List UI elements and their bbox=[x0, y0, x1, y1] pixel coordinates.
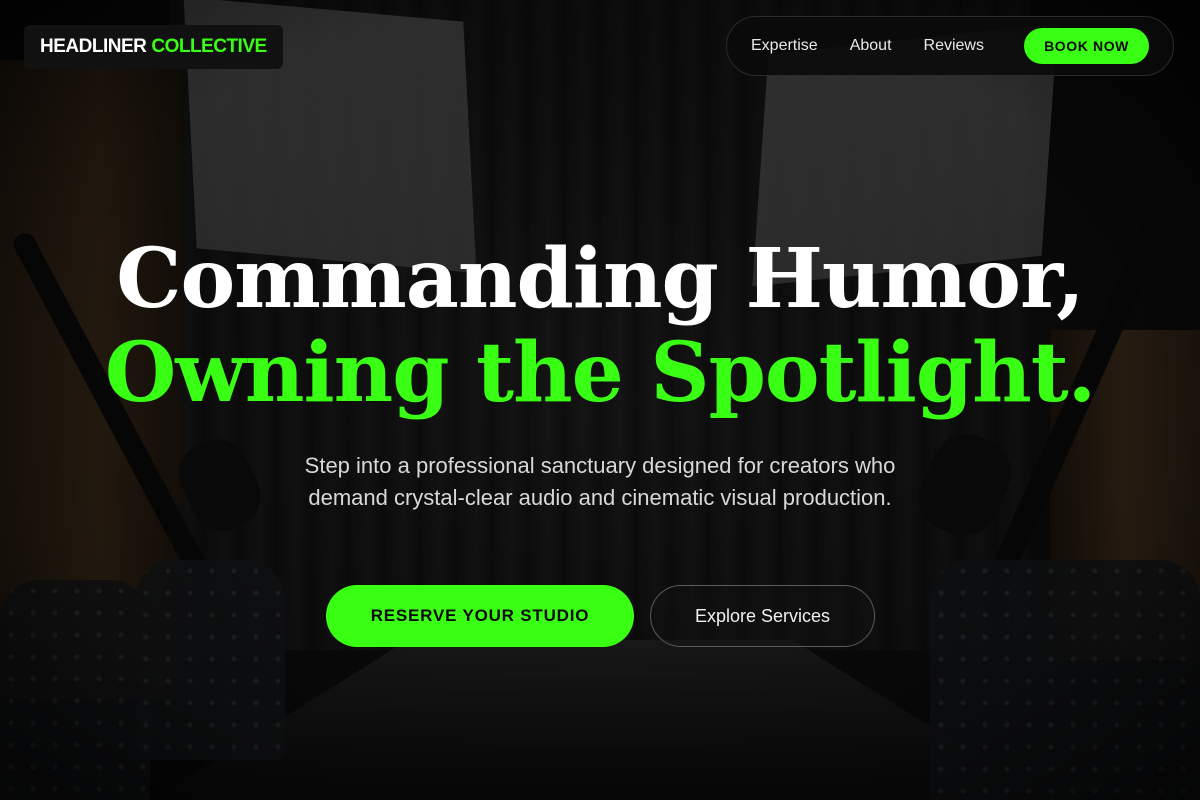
nav-link-about[interactable]: About bbox=[850, 37, 892, 55]
explore-services-button[interactable]: Explore Services bbox=[650, 585, 875, 647]
hero-headline: Commanding Humor, Owning the Spotlight. bbox=[0, 232, 1200, 420]
hero-section: HEADLINER COLLECTIVE Expertise About Rev… bbox=[0, 0, 1200, 800]
nav-link-expertise[interactable]: Expertise bbox=[751, 37, 818, 55]
logo-primary-text: HEADLINER bbox=[40, 36, 147, 57]
reserve-studio-button[interactable]: RESERVE YOUR STUDIO bbox=[326, 585, 634, 647]
main-navigation: Expertise About Reviews BOOK NOW bbox=[726, 16, 1174, 76]
book-now-button[interactable]: BOOK NOW bbox=[1024, 28, 1149, 64]
hero-subtitle: Step into a professional sanctuary desig… bbox=[304, 453, 896, 510]
logo-accent-text: COLLECTIVE bbox=[151, 36, 267, 57]
nav-link-reviews[interactable]: Reviews bbox=[924, 37, 984, 55]
headline-line-2: Owning the Spotlight. bbox=[104, 325, 1096, 421]
headline-line-1: Commanding Humor, bbox=[116, 231, 1085, 327]
brand-logo[interactable]: HEADLINER COLLECTIVE bbox=[24, 25, 283, 69]
